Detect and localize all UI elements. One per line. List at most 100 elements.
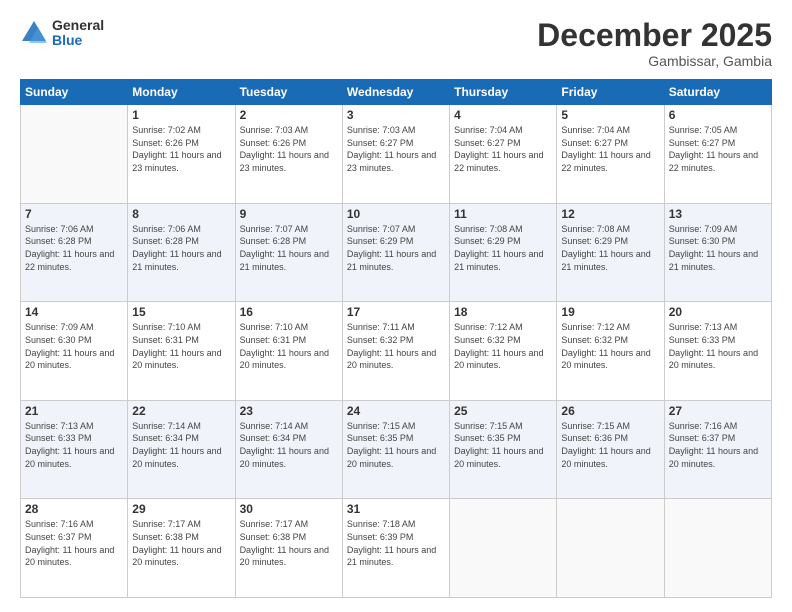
header-friday: Friday [557,80,664,105]
sunset-text: Sunset: 6:36 PM [561,432,659,445]
daylight-text: Daylight: 11 hours and 20 minutes. [454,445,552,470]
sunset-text: Sunset: 6:37 PM [25,531,123,544]
day-number: 10 [347,207,445,221]
daylight-text: Daylight: 11 hours and 22 minutes. [454,149,552,174]
sunset-text: Sunset: 6:39 PM [347,531,445,544]
daylight-text: Daylight: 11 hours and 21 minutes. [561,248,659,273]
header-sunday: Sunday [21,80,128,105]
daylight-text: Daylight: 11 hours and 20 minutes. [25,347,123,372]
daylight-text: Daylight: 11 hours and 20 minutes. [347,445,445,470]
table-row: 3Sunrise: 7:03 AMSunset: 6:27 PMDaylight… [342,105,449,204]
day-detail: Sunrise: 7:14 AMSunset: 6:34 PMDaylight:… [132,420,230,470]
daylight-text: Daylight: 11 hours and 20 minutes. [132,445,230,470]
day-detail: Sunrise: 7:14 AMSunset: 6:34 PMDaylight:… [240,420,338,470]
day-detail: Sunrise: 7:17 AMSunset: 6:38 PMDaylight:… [240,518,338,568]
daylight-text: Daylight: 11 hours and 22 minutes. [25,248,123,273]
day-number: 6 [669,108,767,122]
sunrise-text: Sunrise: 7:13 AM [25,420,123,433]
day-number: 3 [347,108,445,122]
day-number: 25 [454,404,552,418]
sunrise-text: Sunrise: 7:15 AM [347,420,445,433]
daylight-text: Daylight: 11 hours and 21 minutes. [132,248,230,273]
day-detail: Sunrise: 7:08 AMSunset: 6:29 PMDaylight:… [454,223,552,273]
daylight-text: Daylight: 11 hours and 21 minutes. [669,248,767,273]
day-detail: Sunrise: 7:10 AMSunset: 6:31 PMDaylight:… [132,321,230,371]
daylight-text: Daylight: 11 hours and 20 minutes. [25,445,123,470]
day-number: 21 [25,404,123,418]
table-row: 11 Sunrise: 7:08 AMSunset: 6:29 PMDayligh… [450,203,557,302]
sunrise-text: Sunrise: 7:11 AM [347,321,445,334]
sunset-text: Sunset: 6:29 PM [347,235,445,248]
logo-icon [20,19,48,47]
day-detail: Sunrise: 7:13 AMSunset: 6:33 PMDaylight:… [669,321,767,371]
table-row: 21 Sunrise: 7:13 AMSunset: 6:33 PMDayligh… [21,400,128,499]
sunset-text: Sunset: 6:38 PM [132,531,230,544]
daylight-text: Daylight: 11 hours and 21 minutes. [347,248,445,273]
daylight-text: Daylight: 11 hours and 20 minutes. [132,347,230,372]
sunrise-text: Sunrise: 7:08 AM [561,223,659,236]
table-row: 6Sunrise: 7:05 AMSunset: 6:27 PMDaylight… [664,105,771,204]
sunrise-text: Sunrise: 7:02 AM [132,124,230,137]
table-row: 29Sunrise: 7:17 AMSunset: 6:38 PMDayligh… [128,499,235,598]
calendar-week-row: 28Sunrise: 7:16 AMSunset: 6:37 PMDayligh… [21,499,772,598]
logo: General Blue [20,18,104,49]
day-detail: Sunrise: 7:08 AMSunset: 6:29 PMDaylight:… [561,223,659,273]
day-detail: Sunrise: 7:09 AMSunset: 6:30 PMDaylight:… [25,321,123,371]
sunrise-text: Sunrise: 7:18 AM [347,518,445,531]
day-detail: Sunrise: 7:13 AMSunset: 6:33 PMDaylight:… [25,420,123,470]
sunset-text: Sunset: 6:38 PM [240,531,338,544]
sunset-text: Sunset: 6:27 PM [454,137,552,150]
day-number: 28 [25,502,123,516]
calendar-week-row: 21 Sunrise: 7:13 AMSunset: 6:33 PMDayligh… [21,400,772,499]
table-row: 20 Sunrise: 7:13 AMSunset: 6:33 PMDayligh… [664,302,771,401]
sunrise-text: Sunrise: 7:16 AM [25,518,123,531]
sunrise-text: Sunrise: 7:06 AM [132,223,230,236]
table-row: 7Sunrise: 7:06 AMSunset: 6:28 PMDaylight… [21,203,128,302]
day-detail: Sunrise: 7:04 AMSunset: 6:27 PMDaylight:… [454,124,552,174]
daylight-text: Daylight: 11 hours and 22 minutes. [561,149,659,174]
daylight-text: Daylight: 11 hours and 20 minutes. [240,347,338,372]
sunset-text: Sunset: 6:34 PM [240,432,338,445]
day-detail: Sunrise: 7:15 AMSunset: 6:35 PMDaylight:… [454,420,552,470]
sunrise-text: Sunrise: 7:06 AM [25,223,123,236]
table-row: 18 Sunrise: 7:12 AMSunset: 6:32 PMDayligh… [450,302,557,401]
daylight-text: Daylight: 11 hours and 20 minutes. [240,445,338,470]
sunset-text: Sunset: 6:27 PM [561,137,659,150]
sunset-text: Sunset: 6:32 PM [347,334,445,347]
day-number: 2 [240,108,338,122]
day-number: 19 [561,305,659,319]
sunset-text: Sunset: 6:28 PM [132,235,230,248]
sunrise-text: Sunrise: 7:08 AM [454,223,552,236]
sunset-text: Sunset: 6:33 PM [669,334,767,347]
day-number: 4 [454,108,552,122]
day-detail: Sunrise: 7:12 AMSunset: 6:32 PMDaylight:… [454,321,552,371]
table-row: 24Sunrise: 7:15 AMSunset: 6:35 PMDayligh… [342,400,449,499]
day-detail: Sunrise: 7:17 AMSunset: 6:38 PMDaylight:… [132,518,230,568]
day-detail: Sunrise: 7:04 AMSunset: 6:27 PMDaylight:… [561,124,659,174]
table-row: 19Sunrise: 7:12 AMSunset: 6:32 PMDayligh… [557,302,664,401]
sunrise-text: Sunrise: 7:04 AM [454,124,552,137]
sunset-text: Sunset: 6:28 PM [240,235,338,248]
calendar-header-row: Sunday Monday Tuesday Wednesday Thursday… [21,80,772,105]
sunrise-text: Sunrise: 7:14 AM [132,420,230,433]
sunset-text: Sunset: 6:29 PM [561,235,659,248]
sunrise-text: Sunrise: 7:07 AM [240,223,338,236]
daylight-text: Daylight: 11 hours and 20 minutes. [454,347,552,372]
header-saturday: Saturday [664,80,771,105]
day-number: 18 [454,305,552,319]
daylight-text: Daylight: 11 hours and 21 minutes. [240,248,338,273]
table-row: 26Sunrise: 7:15 AMSunset: 6:36 PMDayligh… [557,400,664,499]
header-monday: Monday [128,80,235,105]
day-number: 26 [561,404,659,418]
daylight-text: Daylight: 11 hours and 21 minutes. [454,248,552,273]
day-number: 11 [454,207,552,221]
table-row: 13Sunrise: 7:09 AMSunset: 6:30 PMDayligh… [664,203,771,302]
logo-general-text: General [52,18,104,33]
sunrise-text: Sunrise: 7:10 AM [240,321,338,334]
day-number: 20 [669,305,767,319]
logo-text: General Blue [52,18,104,49]
day-number: 8 [132,207,230,221]
table-row: 12Sunrise: 7:08 AMSunset: 6:29 PMDayligh… [557,203,664,302]
table-row: 1Sunrise: 7:02 AMSunset: 6:26 PMDaylight… [128,105,235,204]
sunset-text: Sunset: 6:34 PM [132,432,230,445]
